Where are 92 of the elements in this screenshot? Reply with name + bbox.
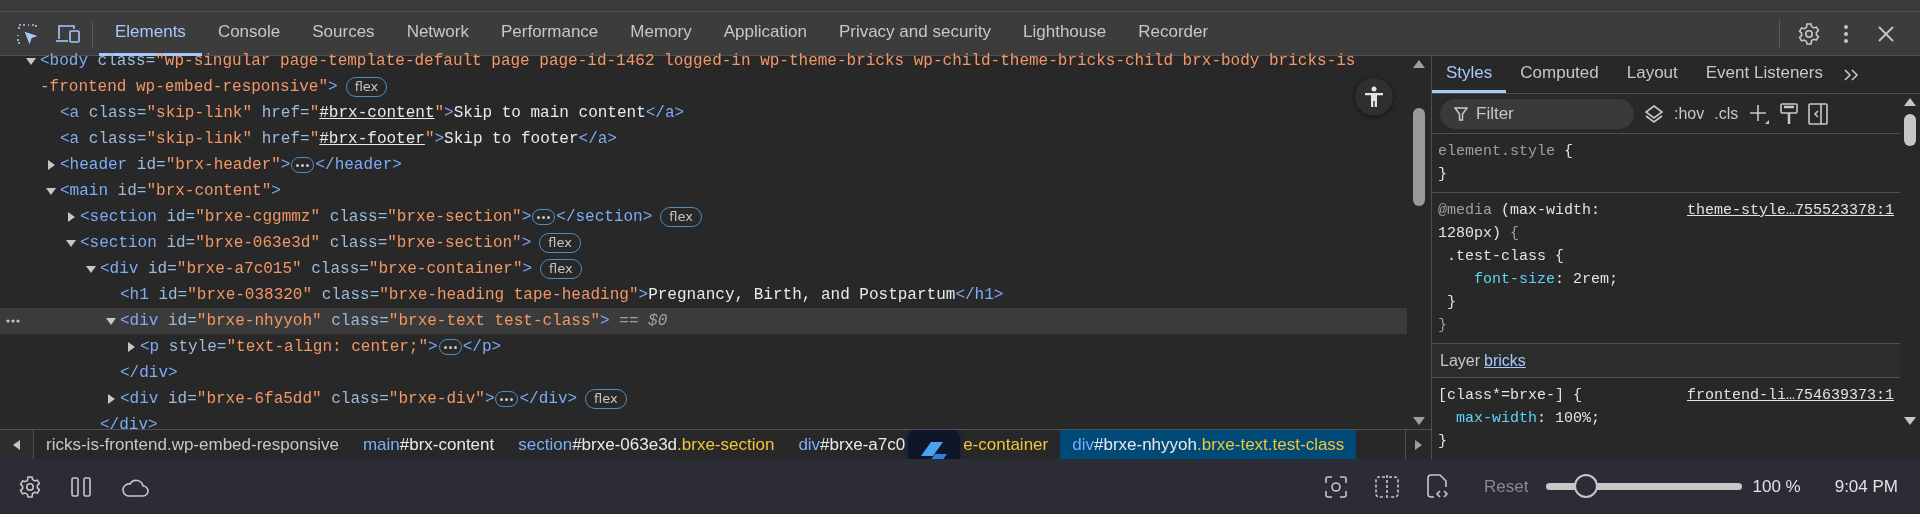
breadcrumb-item[interactable]: main#brx-content	[350, 430, 507, 459]
caret-right-icon[interactable]	[1415, 439, 1422, 450]
styles-tab[interactable]: Styles	[1432, 56, 1507, 93]
css-line: max-width: 100%;	[1455, 409, 1601, 429]
slider-thumb[interactable]	[1573, 473, 1598, 498]
closing-tag: </p>	[462, 334, 502, 360]
dom-node-row[interactable]: <h1 id="brxe-038320" class="brxe-heading tape-heading">Pregnancy, Birth, and Postpartum</h1>	[0, 282, 1407, 308]
filter-icon	[1454, 106, 1468, 121]
css-line: .test-class {	[1446, 247, 1565, 267]
add-icon[interactable]	[1748, 102, 1771, 125]
toggle-button[interactable]: :hov	[1674, 101, 1705, 126]
zoom-slider[interactable]	[1546, 473, 1743, 500]
layer-link[interactable]: bricks	[1484, 348, 1526, 373]
sidebar-toggle-icon[interactable]	[1808, 102, 1829, 125]
scroll-down-icon[interactable]	[1904, 417, 1916, 425]
clock-time: 9:04 PM	[1834, 475, 1898, 498]
css-line: @media (max-width:	[1438, 201, 1601, 221]
dom-node-row[interactable]: <div id="brxe-a7c015" class="brxe-container"> flex	[0, 256, 1407, 282]
disclosure-triangle-icon[interactable]	[46, 160, 56, 170]
pause-icon[interactable]	[70, 475, 92, 498]
disclosure-triangle-icon[interactable]	[126, 342, 136, 352]
dom-node-code: <section id="brxe-cggmmz" class="brxe-section">	[80, 207, 532, 228]
toggle-button[interactable]: .cls	[1714, 101, 1739, 126]
dom-node-code: <main id="brx-content">	[60, 181, 281, 202]
reset-button[interactable]: Reset	[1484, 473, 1529, 500]
dom-node-code: <a class="skip-link" href="#brx-content">Skip to main content</a>	[60, 103, 685, 124]
code-file-icon[interactable]	[1426, 472, 1451, 501]
scroll-up-icon[interactable]	[1904, 98, 1916, 106]
more-dots-icon[interactable]	[6, 319, 20, 323]
scroll-left-button[interactable]	[0, 430, 34, 459]
filter-field[interactable]: Filter	[1440, 98, 1634, 129]
css-line: 1280px) {	[1438, 224, 1520, 244]
dom-node-code: <header id="brx-header">	[60, 155, 291, 176]
css-line: font-size: 2rem;	[1473, 270, 1619, 290]
dom-node-code: <p style="text-align: center;">	[140, 337, 438, 358]
breadcrumb-item[interactable]: section#brxe-063e3d.brxe-section	[506, 430, 787, 459]
dom-node-row[interactable]: <a class="skip-link" href="#brx-footer">Skip to footer</a>	[0, 126, 1407, 152]
styles-tab[interactable]: Computed	[1506, 56, 1613, 93]
dom-node-row[interactable]: <div id="brxe-nhyyoh" class="brxe-text test-class"> == $0	[0, 308, 1407, 334]
dom-node-code: <div id="brxe-nhyyoh" class="brxe-text test-class"> == $0	[120, 311, 668, 332]
breadcrumb-item[interactable]: div#brxe-nhyyoh.brxe-text.test-class	[1060, 430, 1357, 459]
scrollbar-thumb[interactable]	[1904, 114, 1916, 146]
dom-node-row[interactable]: </div>	[0, 360, 1407, 386]
disclosure-triangle-icon[interactable]	[106, 394, 116, 404]
dom-node-row[interactable]: <p style="text-align: center;"> </p>	[0, 334, 1407, 360]
source-link[interactable]: theme-style…755523378:1	[1686, 199, 1894, 222]
paint-roller-icon[interactable]	[1780, 102, 1799, 125]
dom-node-row[interactable]: <main id="brx-content">	[0, 178, 1407, 204]
css-line: }	[1438, 316, 1447, 336]
dom-node-code: <div id="brxe-6fa5dd" class="brxe-div">	[120, 389, 495, 410]
css-line: }	[1438, 165, 1447, 185]
disclosure-triangle-icon[interactable]	[86, 264, 96, 274]
closing-tag: </header>	[315, 152, 402, 178]
screenshot-icon[interactable]	[1324, 474, 1349, 499]
disclosure-triangle-icon[interactable]	[26, 56, 36, 66]
closing-tag: </section>	[556, 204, 653, 230]
dom-node-row[interactable]: <header id="brx-header"> </header>	[0, 152, 1407, 178]
settings-icon[interactable]	[18, 474, 42, 499]
css-line: [class*=brxe-] {	[1438, 386, 1583, 406]
dom-node-row[interactable]: <a class="skip-link" href="#brx-content">Skip to main content</a>	[0, 100, 1407, 126]
dom-node-code: <h1 id="brxe-038320" class="brxe-heading tape-heading">Pregnancy, Birth, and Postpartum</h1>	[120, 285, 1004, 306]
disclosure-triangle-icon[interactable]	[46, 186, 56, 196]
source-link[interactable]: frontend-li…754639373:1	[1686, 384, 1894, 407]
dom-node-code: <section id="brxe-063e3d" class="brxe-section">	[80, 233, 532, 254]
scroll-down-icon[interactable]	[1413, 417, 1425, 425]
dom-node-row[interactable]: <div id="brxe-6fa5dd" class="brxe-div"> </div> flex	[0, 386, 1407, 412]
dom-node-row[interactable]: <section id="brxe-063e3d" class="brxe-section"> flex	[0, 230, 1407, 256]
scrollbar-thumb[interactable]	[1413, 108, 1425, 206]
closing-tag: </div>	[120, 360, 178, 386]
layers-icon[interactable]	[1644, 103, 1664, 124]
dom-node-code: <a class="skip-link" href="#brx-footer">Skip to footer</a>	[60, 129, 617, 150]
disclosure-triangle-icon[interactable]	[106, 316, 116, 326]
breadcrumb-item[interactable]: ricks-is-frontend.wp-embed-responsive	[34, 430, 351, 459]
scroll-up-icon[interactable]	[1413, 60, 1425, 68]
css-line: }	[1438, 432, 1447, 452]
styles-tab[interactable]: Layout	[1612, 56, 1692, 93]
dom-node-code: <div id="brxe-a7c015" class="brxe-container">	[100, 259, 533, 280]
closing-tag: </div>	[519, 386, 578, 412]
accessibility-icon[interactable]	[1355, 78, 1393, 116]
dom-node-row[interactable]: <section id="brxe-cggmmz" class="brxe-section"> </section> flex	[0, 204, 1407, 230]
dom-node-code: -frontend wp-embed-responsive">	[40, 77, 338, 98]
zoom-reading: 100 %	[1752, 475, 1801, 498]
caret-left-icon[interactable]	[13, 439, 20, 450]
css-line: }	[1446, 293, 1456, 313]
disclosure-triangle-icon[interactable]	[66, 238, 76, 248]
disclosure-triangle-icon[interactable]	[66, 212, 76, 222]
layer-label: Layer	[1440, 350, 1481, 371]
split-view-icon[interactable]	[1374, 473, 1401, 500]
css-line: element.style {	[1438, 142, 1574, 162]
styles-tab[interactable]: Event Listeners	[1691, 56, 1837, 93]
dom-node-row[interactable]: </div>	[0, 412, 1407, 429]
closing-tag: </div>	[100, 412, 158, 429]
